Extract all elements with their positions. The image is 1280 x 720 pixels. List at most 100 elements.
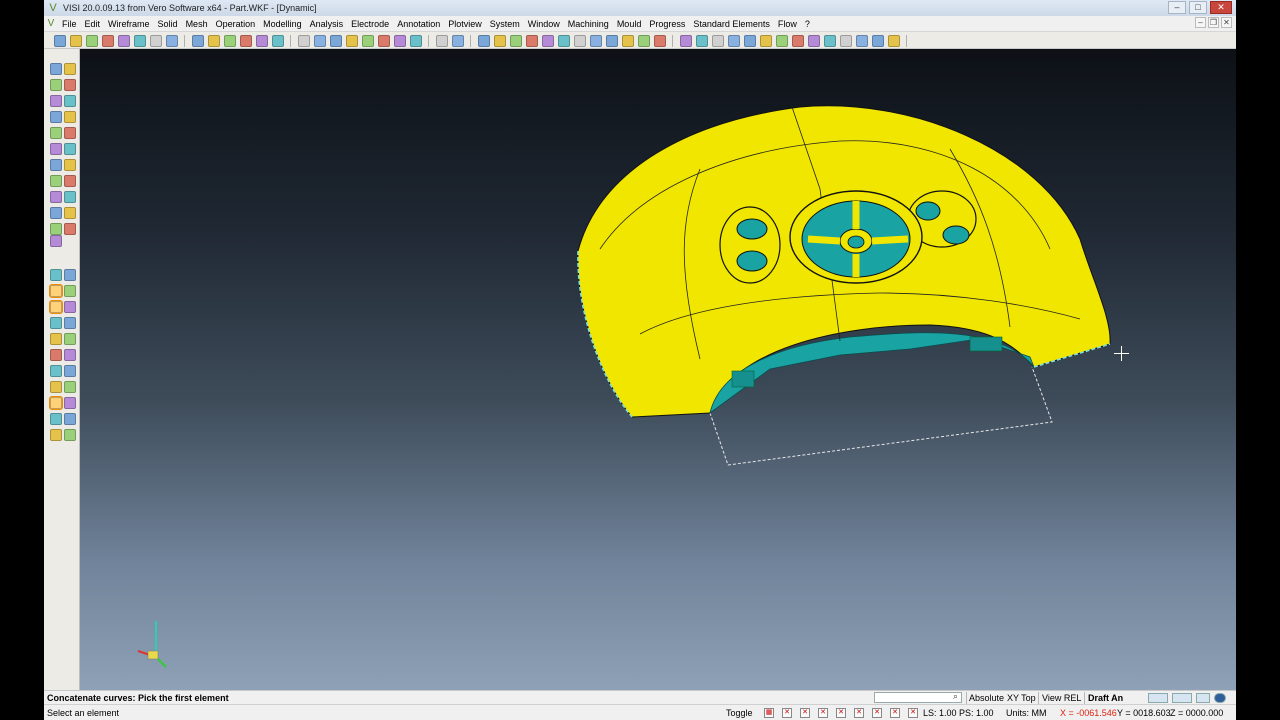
- mirror-icon[interactable]: [64, 285, 76, 297]
- view-icon[interactable]: [240, 35, 252, 47]
- globe-icon[interactable]: [1214, 693, 1226, 703]
- snap-icon[interactable]: ✕: [800, 708, 810, 718]
- save-icon[interactable]: [86, 35, 98, 47]
- menu-help[interactable]: ?: [801, 19, 814, 29]
- solid-icon[interactable]: [680, 35, 692, 47]
- open-icon[interactable]: [70, 35, 82, 47]
- layer-icon[interactable]: [622, 35, 634, 47]
- new-icon[interactable]: [744, 35, 756, 47]
- mdi-minimize-button[interactable]: –: [1195, 17, 1206, 28]
- print-icon[interactable]: [792, 35, 804, 47]
- undo-icon[interactable]: [856, 35, 868, 47]
- scale-icon[interactable]: [64, 159, 76, 171]
- layer-icon[interactable]: [272, 35, 284, 47]
- fillet-icon[interactable]: [50, 127, 62, 139]
- menu-operation[interactable]: Operation: [212, 19, 260, 29]
- print-icon[interactable]: [102, 35, 114, 47]
- cursor-icon[interactable]: ✕: [908, 708, 918, 718]
- menu-plotview[interactable]: Plotview: [444, 19, 486, 29]
- trim-icon[interactable]: [64, 95, 76, 107]
- paste-icon[interactable]: [840, 35, 852, 47]
- shade-icon[interactable]: [256, 35, 268, 47]
- select-icon[interactable]: ✕: [854, 708, 864, 718]
- panel-toggle-1[interactable]: [1148, 693, 1168, 703]
- spline-icon[interactable]: [50, 95, 62, 107]
- zoom-icon[interactable]: [888, 35, 900, 47]
- rotate-icon[interactable]: [64, 143, 76, 155]
- arc-icon[interactable]: [64, 207, 76, 219]
- document-icon[interactable]: V: [44, 18, 58, 29]
- point-icon[interactable]: [64, 333, 76, 345]
- paste-icon[interactable]: [510, 35, 522, 47]
- menu-edit[interactable]: Edit: [81, 19, 105, 29]
- offset-icon[interactable]: [50, 269, 62, 281]
- new-icon[interactable]: [54, 35, 66, 47]
- rotate-icon[interactable]: [50, 429, 62, 441]
- menu-solid[interactable]: Solid: [154, 19, 182, 29]
- copy-icon[interactable]: [134, 35, 146, 47]
- zoom-icon[interactable]: [208, 35, 220, 47]
- fillet-icon[interactable]: [64, 269, 76, 281]
- menu-flow[interactable]: Flow: [774, 19, 801, 29]
- extend-icon[interactable]: [50, 235, 62, 247]
- absolute-mode[interactable]: Absolute: [969, 693, 1004, 703]
- paste-icon[interactable]: [150, 35, 162, 47]
- panel-toggle-3[interactable]: [1196, 693, 1210, 703]
- grid-icon[interactable]: ▦: [764, 708, 774, 718]
- menu-machining[interactable]: Machining: [564, 19, 613, 29]
- chamfer-icon[interactable]: [49, 284, 63, 298]
- maximize-button[interactable]: □: [1189, 1, 1207, 14]
- point-icon[interactable]: [50, 191, 62, 203]
- menu-modelling[interactable]: Modelling: [259, 19, 306, 29]
- search-icon[interactable]: ⌕: [953, 691, 958, 702]
- cut-icon[interactable]: [808, 35, 820, 47]
- rotate-icon[interactable]: [49, 300, 63, 314]
- view-rel[interactable]: View REL: [1042, 693, 1081, 703]
- mdi-close-button[interactable]: ✕: [1221, 17, 1232, 28]
- copy-icon[interactable]: [494, 35, 506, 47]
- move-icon[interactable]: [64, 429, 76, 441]
- extend-icon[interactable]: [64, 381, 76, 393]
- wireframe-icon[interactable]: [638, 35, 650, 47]
- move-icon[interactable]: [64, 301, 76, 313]
- rotate-icon[interactable]: [574, 35, 586, 47]
- offset-icon[interactable]: [49, 396, 63, 410]
- extend-icon[interactable]: [50, 111, 62, 123]
- mirror-icon[interactable]: [50, 143, 62, 155]
- spline-icon[interactable]: [64, 365, 76, 377]
- polar-icon[interactable]: ✕: [818, 708, 828, 718]
- machining-icon[interactable]: [712, 35, 724, 47]
- new-icon[interactable]: [394, 35, 406, 47]
- machining-icon[interactable]: [362, 35, 374, 47]
- line-icon[interactable]: [64, 191, 76, 203]
- close-button[interactable]: ✕: [1210, 1, 1232, 14]
- menu-window[interactable]: Window: [524, 19, 564, 29]
- view-plane[interactable]: XY Top: [1007, 693, 1036, 703]
- arrow-left-icon[interactable]: [50, 175, 62, 187]
- command-input[interactable]: [874, 692, 962, 703]
- move-icon[interactable]: [50, 159, 62, 171]
- wireframe-icon[interactable]: [298, 35, 310, 47]
- arrow-right-icon[interactable]: [50, 333, 62, 345]
- surface-icon[interactable]: [654, 35, 666, 47]
- pick-icon[interactable]: ✕: [890, 708, 900, 718]
- zoom-icon[interactable]: [558, 35, 570, 47]
- copy-icon[interactable]: [824, 35, 836, 47]
- line-icon[interactable]: [50, 349, 62, 361]
- menu-analysis[interactable]: Analysis: [306, 19, 348, 29]
- undo-icon[interactable]: [526, 35, 538, 47]
- offset-icon[interactable]: [64, 111, 76, 123]
- menu-mesh[interactable]: Mesh: [182, 19, 212, 29]
- analyze-icon[interactable]: [696, 35, 708, 47]
- draft-angle[interactable]: Draft An: [1088, 693, 1123, 703]
- view-icon[interactable]: [590, 35, 602, 47]
- redo-icon[interactable]: [542, 35, 554, 47]
- open-icon[interactable]: [760, 35, 772, 47]
- panel-toggle-2[interactable]: [1172, 693, 1192, 703]
- ortho-icon[interactable]: ✕: [782, 708, 792, 718]
- print-icon[interactable]: [452, 35, 464, 47]
- menu-standard-elements[interactable]: Standard Elements: [689, 19, 774, 29]
- fillet-icon[interactable]: [64, 397, 76, 409]
- circle-icon[interactable]: [64, 349, 76, 361]
- spline-icon[interactable]: [50, 223, 62, 235]
